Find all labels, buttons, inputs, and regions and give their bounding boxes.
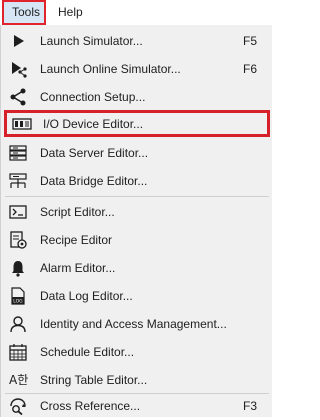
menu-item-data-log-editor[interactable]: LOG Data Log Editor...	[1, 282, 271, 310]
menu-item-label: Schedule Editor...	[40, 345, 135, 359]
play-icon	[9, 32, 27, 50]
recipe-icon	[9, 231, 27, 249]
user-icon	[9, 315, 27, 333]
bell-icon	[9, 259, 27, 277]
menu-bar: Tools Help	[0, 0, 272, 25]
shortcut-label: F3	[242, 399, 257, 413]
menu-item-recipe-editor[interactable]: Recipe Editor	[1, 226, 271, 254]
shortcut-label: F5	[242, 34, 257, 48]
menu-item-label: Connection Setup...	[40, 90, 146, 104]
menu-item-connection-setup[interactable]: Connection Setup...	[1, 83, 271, 111]
menu-item-label: Alarm Editor...	[40, 261, 116, 275]
menu-item-label: Data Server Editor...	[40, 146, 149, 160]
data-server-icon	[9, 144, 27, 162]
menu-item-label: Cross Reference...	[40, 399, 141, 413]
script-icon	[9, 203, 27, 221]
menu-item-launch-online-simulator[interactable]: Launch Online Simulator... F6	[1, 55, 271, 83]
menu-item-data-bridge-editor[interactable]: Data Bridge Editor...	[1, 167, 271, 195]
play-share-icon	[9, 60, 27, 78]
menu-item-label: Data Log Editor...	[40, 289, 133, 303]
menu-item-string-table-editor[interactable]: A한 String Table Editor...	[1, 366, 271, 394]
menu-item-label: Script Editor...	[40, 205, 115, 219]
share-icon	[9, 88, 27, 106]
menu-item-label: Launch Online Simulator...	[40, 62, 181, 76]
menu-tools-label: Tools	[12, 5, 41, 19]
cross-reference-icon	[9, 397, 27, 416]
tools-dropdown-menu: Launch Simulator... F5 Launch Online Sim…	[0, 25, 272, 417]
log-icon: LOG	[9, 287, 27, 305]
menu-item-label: I/O Device Editor...	[43, 117, 144, 131]
menu-item-label: Identity and Access Management...	[40, 317, 227, 331]
menu-help-label: Help	[58, 5, 83, 19]
io-device-icon	[12, 115, 32, 133]
menu-item-label: Launch Simulator...	[40, 34, 143, 48]
menu-item-label: Recipe Editor	[40, 233, 113, 247]
menu-item-label: Data Bridge Editor...	[40, 174, 148, 188]
menu-item-launch-simulator[interactable]: Launch Simulator... F5	[1, 27, 271, 55]
shortcut-label: F6	[242, 62, 257, 76]
string-table-icon-text: A한	[9, 373, 29, 387]
menu-item-script-editor[interactable]: Script Editor...	[1, 198, 271, 226]
data-bridge-icon	[9, 172, 27, 190]
menu-item-io-device-editor[interactable]: I/O Device Editor...	[4, 110, 270, 137]
menu-item-identity-access-management[interactable]: Identity and Access Management...	[1, 310, 271, 338]
menu-item-data-server-editor[interactable]: Data Server Editor...	[1, 139, 271, 167]
menu-item-label: String Table Editor...	[40, 373, 148, 387]
menu-item-schedule-editor[interactable]: Schedule Editor...	[1, 338, 271, 366]
calendar-icon	[9, 343, 27, 361]
string-table-icon: A한	[9, 369, 33, 387]
menu-item-cross-reference[interactable]: Cross Reference... F3	[1, 392, 271, 420]
svg-text:LOG: LOG	[13, 299, 23, 305]
menu-item-alarm-editor[interactable]: Alarm Editor...	[1, 254, 271, 282]
menu-help[interactable]: Help	[58, 0, 83, 25]
menu-tools[interactable]: Tools	[2, 0, 46, 25]
menu-separator	[5, 196, 269, 197]
